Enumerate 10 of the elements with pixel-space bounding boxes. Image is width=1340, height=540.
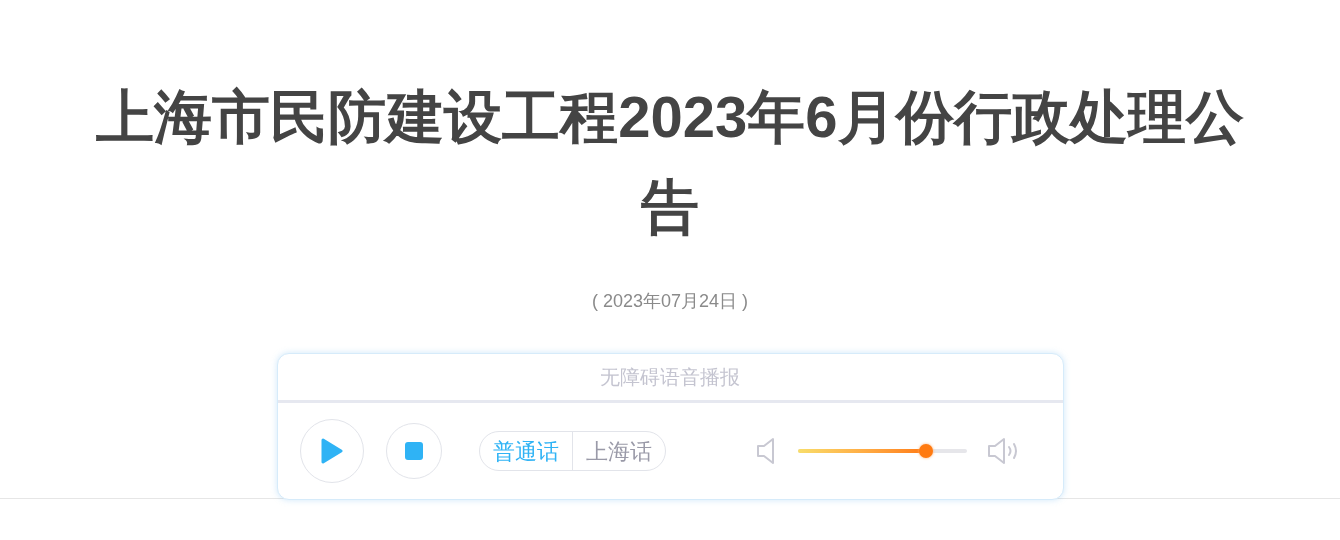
play-icon	[320, 438, 343, 464]
player-header: 无障碍语音播报	[277, 354, 1063, 403]
stop-icon	[403, 441, 424, 461]
volume-slider[interactable]	[797, 442, 967, 460]
language-option[interactable]: 上海话	[571, 432, 665, 470]
language-option[interactable]: 普通话	[479, 432, 572, 470]
volume-thumb[interactable]	[918, 444, 933, 458]
volume-low-icon	[755, 436, 776, 466]
publish-date: ( 2023年07月24日 )	[591, 290, 749, 313]
article-title: 上海市民防建设工程2023年6月份行政处理公告	[95, 83, 1245, 241]
